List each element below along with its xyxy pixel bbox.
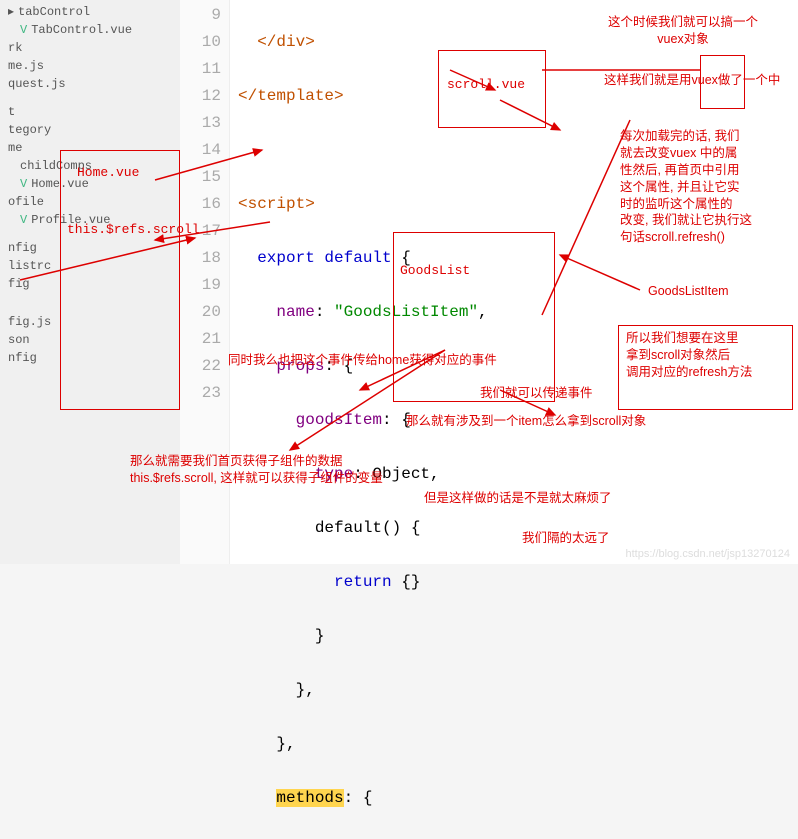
- tree-item[interactable]: fig: [0, 275, 180, 293]
- tree-item[interactable]: ofile: [0, 193, 180, 211]
- tree-item[interactable]: nfig: [0, 349, 180, 367]
- folder-icon: ▸: [8, 4, 14, 19]
- code-editor[interactable]: </div> </template> <script> export defau…: [230, 0, 798, 564]
- vue-icon: V: [20, 177, 27, 191]
- code-text: </div>: [238, 33, 315, 51]
- tree-item[interactable]: ▸tabControl: [0, 2, 180, 21]
- tree-item[interactable]: me.js: [0, 57, 180, 75]
- code-text: <script>: [238, 195, 315, 213]
- tree-item[interactable]: rk: [0, 39, 180, 57]
- tree-item[interactable]: son: [0, 331, 180, 349]
- line-gutter: 9 10 11 12 13 14 15 16 17 18 19 20 21 22…: [180, 0, 230, 564]
- tree-item[interactable]: quest.js: [0, 75, 180, 93]
- tree-item[interactable]: childComps: [0, 157, 180, 175]
- tree-item[interactable]: VTabControl.vue: [0, 21, 180, 39]
- code-text: </template>: [238, 87, 344, 105]
- tree-item[interactable]: me: [0, 139, 180, 157]
- tree-item[interactable]: t: [0, 103, 180, 121]
- vue-icon: V: [20, 23, 27, 37]
- tree-item[interactable]: fig.js: [0, 313, 180, 331]
- tree-item[interactable]: tegory: [0, 121, 180, 139]
- file-tree[interactable]: ▸tabControl VTabControl.vue rk me.js que…: [0, 0, 180, 564]
- tree-item[interactable]: VHome.vue: [0, 175, 180, 193]
- tree-item[interactable]: VProfile.vue: [0, 211, 180, 229]
- vue-icon: V: [20, 213, 27, 227]
- tree-item[interactable]: nfig: [0, 239, 180, 257]
- tree-item[interactable]: listrc: [0, 257, 180, 275]
